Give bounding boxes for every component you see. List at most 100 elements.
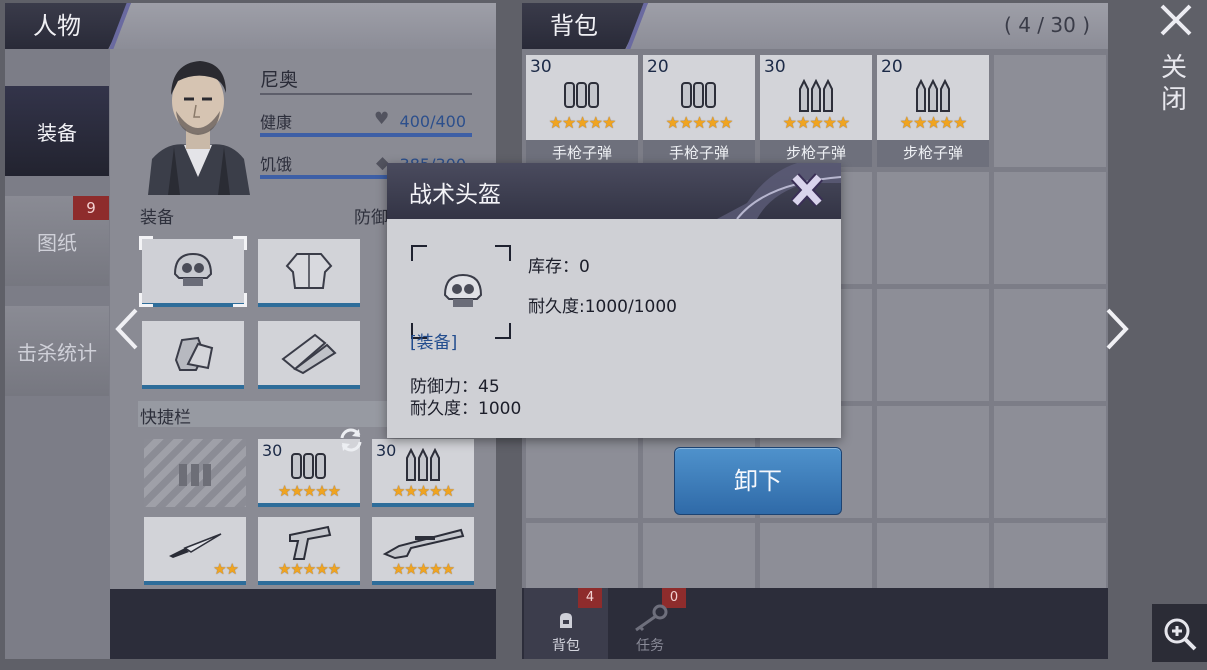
popup-title: 战术头盔 — [409, 182, 501, 208]
pants-icon — [281, 333, 337, 375]
character-name: 尼奥 — [260, 69, 299, 91]
equip-slot-gloves[interactable] — [142, 321, 244, 389]
star-rating: ★★★★★ — [391, 482, 455, 500]
star-rating: ★★★★★ — [548, 113, 617, 132]
close-icon[interactable] — [787, 169, 827, 211]
key-icon — [635, 604, 668, 632]
bag-slot-empty[interactable] — [994, 406, 1106, 518]
bag-slot-empty[interactable] — [877, 172, 989, 284]
quickbar-label: 快捷栏 — [140, 408, 191, 428]
nav-tab-label: 装备 — [37, 120, 77, 145]
rifle-icon — [382, 528, 465, 560]
close-button[interactable]: 关闭 — [1161, 52, 1191, 116]
footer-tab-tasks[interactable]: 0 任务 — [608, 588, 692, 659]
blueprint-count-badge: 9 — [73, 196, 109, 220]
pistol-ammo-icon — [681, 82, 716, 108]
equipment-section-label: 装备 — [140, 208, 174, 228]
item-category-tag: [装备] — [410, 333, 458, 353]
durability-stat: 耐久度：1000 — [410, 399, 522, 419]
equip-slot-pants[interactable] — [258, 321, 360, 389]
knife-icon — [169, 533, 222, 558]
bag-title-bar: 背包 ( 4 / 30 ) — [522, 3, 1108, 49]
swap-icon[interactable] — [336, 425, 366, 455]
backpack-icon — [560, 613, 572, 628]
quickbar-slot[interactable]: ★★★★★ — [258, 517, 360, 585]
footer-tab-label: 任务 — [636, 638, 664, 654]
zoom-button[interactable] — [1152, 604, 1207, 662]
nav-tab-kill-stats[interactable]: 击杀统计 — [5, 306, 109, 396]
chevron-left-icon[interactable] — [112, 306, 142, 352]
bag-capacity: ( 4 / 30 ) — [1004, 13, 1090, 37]
equip-slot-helmet[interactable] — [142, 239, 244, 307]
bag-slot-empty[interactable] — [994, 289, 1106, 401]
health-bar — [260, 133, 472, 137]
rifle-ammo-icon — [799, 79, 833, 112]
frame-corner — [411, 245, 427, 261]
bag-count-badge: 4 — [578, 588, 602, 608]
selection-corner — [233, 236, 247, 250]
pistol-ammo-icon — [564, 82, 599, 108]
star-rating: ★★ — [213, 560, 239, 578]
health-label: 健康 — [260, 113, 293, 132]
character-side-nav: 装备 9 图纸 击杀统计 — [5, 86, 109, 416]
rifle-ammo-icon — [406, 448, 440, 481]
nav-tab-label: 击杀统计 — [17, 340, 97, 365]
item-count: 30 — [530, 57, 552, 77]
close-icon[interactable] — [1158, 2, 1194, 38]
close-column: 关闭 — [1130, 0, 1207, 670]
bag-item[interactable]: 20 ★★★★★ 手枪子弹 — [643, 55, 755, 167]
character-portrait — [138, 49, 256, 195]
zoom-in-icon — [1164, 618, 1197, 651]
star-rating: ★★★★★ — [899, 113, 968, 132]
bag-item[interactable]: 30 ★★★★★ 步枪子弹 — [760, 55, 872, 167]
unequip-button[interactable]: 卸下 — [674, 447, 842, 515]
ammo-placeholder-icon — [179, 464, 211, 486]
bag-slot-empty[interactable] — [994, 55, 1106, 167]
health-bar-fill — [260, 133, 472, 137]
stock-text: 库存：0 — [528, 257, 590, 277]
bag-slot-empty[interactable] — [994, 172, 1106, 284]
character-footer — [110, 589, 496, 659]
star-rating: ★★★★★ — [277, 482, 341, 500]
quickbar-slot[interactable]: ★★ — [144, 517, 246, 585]
footer-tab-bag[interactable]: 4 背包 — [524, 588, 608, 659]
item-count: 20 — [647, 57, 669, 77]
selection-corner — [139, 293, 153, 307]
star-rating: ★★★★★ — [782, 113, 851, 132]
equip-slot-body[interactable] — [258, 239, 360, 307]
bag-item[interactable]: 30 ★★★★★ 手枪子弹 — [526, 55, 638, 167]
nav-tab-label: 图纸 — [37, 230, 77, 255]
item-image-frame — [411, 245, 511, 339]
popup-body: 库存：0 耐久度:1000/1000 [装备] 防御力：45 耐久度：1000 — [387, 219, 841, 438]
selection-corner — [233, 293, 247, 307]
popup-header: 战术头盔 — [387, 163, 841, 219]
quickbar-slot[interactable]: 30 ★★★★★ — [372, 439, 474, 507]
divider — [260, 93, 472, 95]
helmet-icon — [173, 252, 213, 286]
bag-slot-empty[interactable] — [877, 406, 989, 518]
helmet-icon — [443, 273, 483, 307]
nav-tab-blueprints[interactable]: 9 图纸 — [5, 196, 109, 286]
pistol-ammo-icon — [291, 453, 326, 479]
quickbar-slot-empty[interactable] — [144, 439, 246, 507]
star-rating: ★★★★★ — [665, 113, 734, 132]
item-count: 20 — [881, 57, 903, 77]
hunger-label: 饥饿 — [260, 155, 293, 174]
health-value: 400/400 — [399, 112, 466, 131]
item-count: 30 — [376, 441, 397, 460]
bag-slot-empty[interactable] — [877, 289, 989, 401]
item-count: 30 — [262, 441, 283, 460]
item-count: 30 — [764, 57, 786, 77]
quickbar-slot[interactable]: ★★★★★ — [372, 517, 474, 585]
frame-corner — [495, 245, 511, 261]
character-title-bar: 人物 — [5, 3, 496, 49]
star-rating: ★★★★★ — [391, 560, 455, 578]
durability-current-text: 耐久度:1000/1000 — [528, 297, 677, 317]
frame-corner — [495, 323, 511, 339]
revolver-icon — [289, 525, 332, 560]
bag-footer: 4 背包 0 任务 — [522, 588, 1108, 659]
chevron-right-icon[interactable] — [1102, 306, 1132, 352]
bag-item[interactable]: 20 ★★★★★ 步枪子弹 — [877, 55, 989, 167]
footer-tab-label: 背包 — [552, 638, 580, 654]
nav-tab-equipment[interactable]: 装备 — [5, 86, 109, 176]
